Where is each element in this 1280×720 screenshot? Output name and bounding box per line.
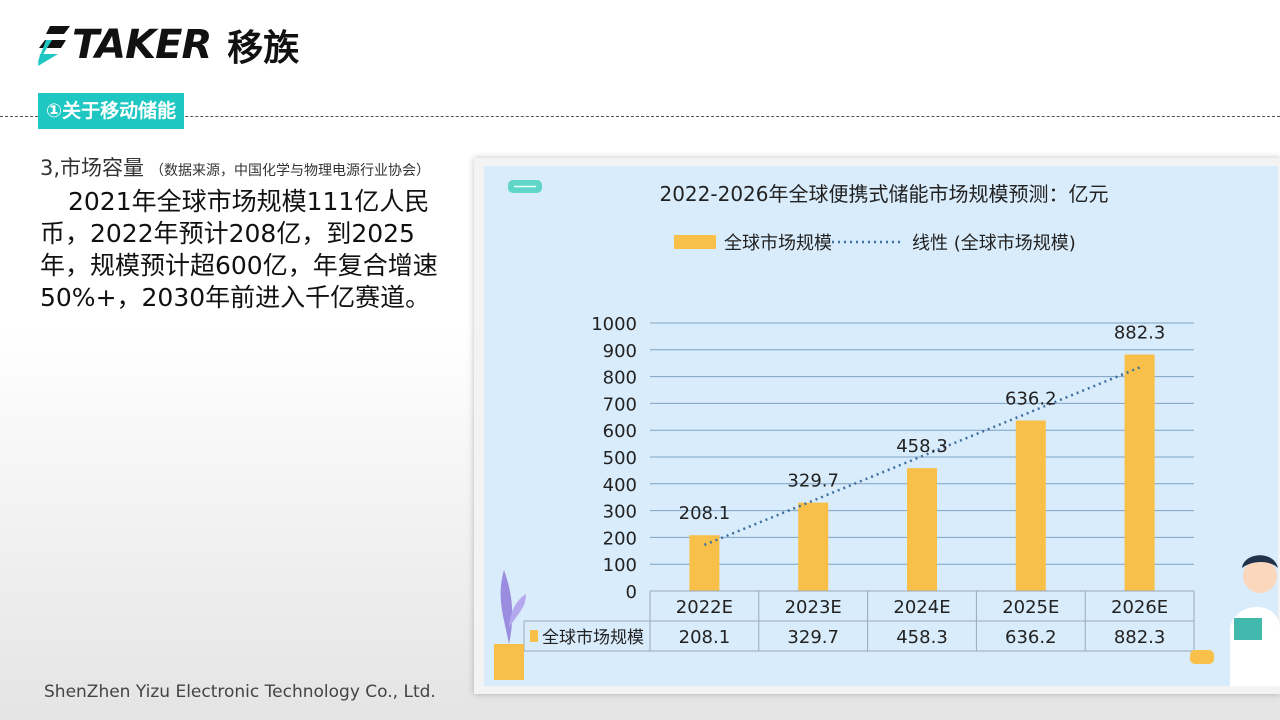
- chart-panel: 2022-2026年全球便携式储能市场规模预测：亿元 全球市场规模 线性 (全球…: [474, 158, 1280, 694]
- data-label: 208.1: [679, 503, 731, 524]
- x-category-label: 2026E: [1111, 597, 1168, 618]
- y-tick-label: 600: [603, 421, 637, 442]
- chart-title: 2022-2026年全球便携式储能市场规模预测：亿元: [659, 182, 1108, 206]
- x-category-label: 2022E: [676, 597, 733, 618]
- y-tick-label: 500: [603, 448, 637, 469]
- table-cell: 208.1: [679, 627, 731, 648]
- y-tick-label: 700: [603, 394, 637, 415]
- y-tick-label: 800: [603, 368, 637, 389]
- lightning-icon: [37, 26, 70, 66]
- table-row-header: 全球市场规模: [542, 628, 644, 648]
- legend-bar-swatch: [674, 235, 716, 249]
- table-cell: 882.3: [1114, 627, 1166, 648]
- brand-logo: TAKER 移族: [36, 22, 300, 69]
- body-paragraph: 2021年全球市场规模111亿人民币，2022年预计208亿，到2025年，规模…: [40, 187, 438, 312]
- table-cell: 329.7: [787, 627, 839, 648]
- y-tick-label: 200: [603, 528, 637, 549]
- section-tag: ①关于移动储能: [38, 93, 185, 129]
- y-tick-label: 100: [603, 555, 637, 576]
- bar: [907, 468, 937, 591]
- source-note: （数据来源，中国化学与物理电源行业协会）: [150, 163, 431, 179]
- data-label: 636.2: [1005, 388, 1057, 409]
- x-category-label: 2024E: [893, 597, 950, 618]
- data-label: 329.7: [787, 471, 839, 492]
- y-tick-label: 300: [603, 502, 637, 523]
- table-cell: 636.2: [1005, 627, 1057, 648]
- x-category-label: 2025E: [1002, 597, 1059, 618]
- subtitle-label: 3,市场容量: [40, 156, 145, 180]
- table-cell: 458.3: [896, 627, 948, 648]
- data-label: 458.3: [896, 436, 948, 457]
- bar: [1124, 354, 1155, 591]
- bar: [798, 502, 829, 591]
- section-subtitle: 3,市场容量 （数据来源，中国化学与物理电源行业协会）: [40, 152, 430, 182]
- y-tick-label: 900: [603, 341, 637, 362]
- y-tick-label: 0: [626, 582, 637, 603]
- footer-company: ShenZhen Yizu Electronic Technology Co.,…: [44, 682, 436, 702]
- header-divider: [0, 116, 1280, 117]
- brand-wordmark: TAKER: [72, 22, 212, 68]
- bar: [1015, 420, 1046, 591]
- data-label: 882.3: [1114, 323, 1166, 344]
- x-category-label: 2023E: [785, 597, 842, 618]
- y-tick-label: 400: [603, 475, 637, 496]
- brand-name-cn: 移族: [227, 28, 300, 69]
- table-legend-key: [530, 630, 538, 642]
- market-size-chart: 2022-2026年全球便携式储能市场规模预测：亿元 全球市场规模 线性 (全球…: [484, 166, 1280, 686]
- y-tick-label: 1000: [591, 314, 637, 335]
- legend-bar-label: 全球市场规模: [724, 233, 832, 254]
- legend-trend-label: 线性 (全球市场规模): [912, 233, 1076, 254]
